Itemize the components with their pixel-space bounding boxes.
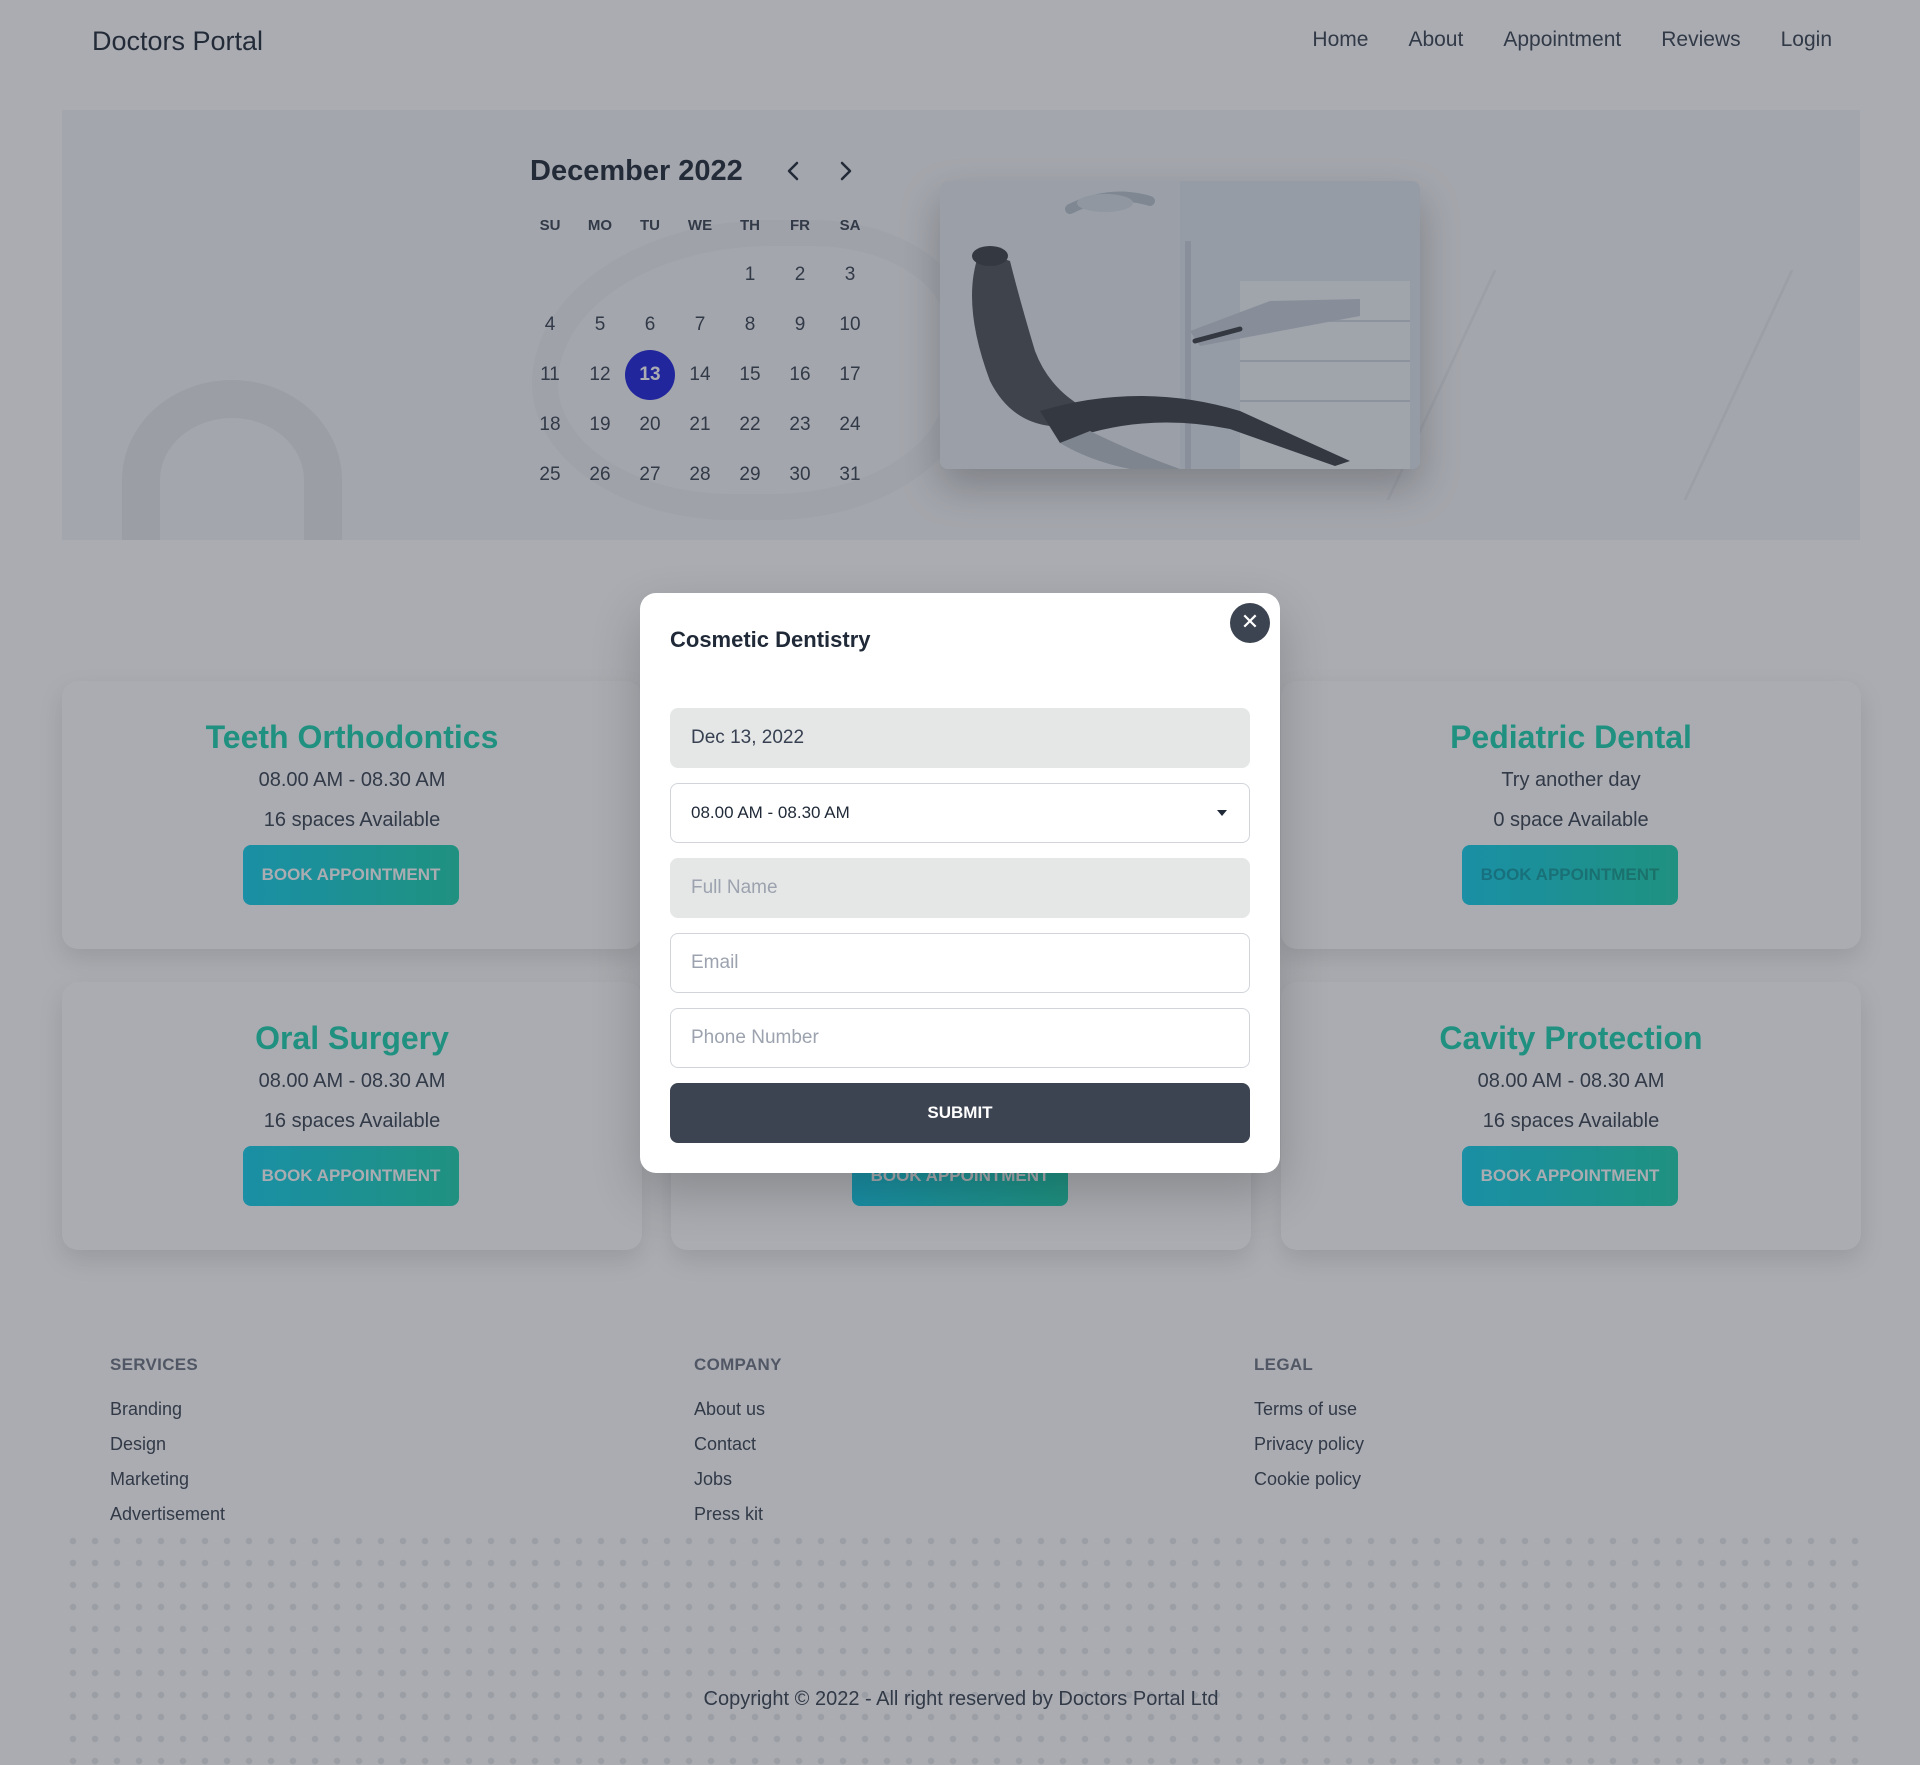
- phone-number-input[interactable]: Phone Number: [670, 1008, 1250, 1068]
- email-input[interactable]: Email: [670, 933, 1250, 993]
- caret-down-icon: [1217, 810, 1227, 816]
- modal-title: Cosmetic Dentistry: [670, 627, 871, 652]
- time-slot-select[interactable]: 08.00 AM - 08.30 AM: [670, 783, 1250, 843]
- booking-modal: Cosmetic Dentistry ✕ Dec 13, 2022 08.00 …: [640, 593, 1280, 1173]
- time-slot-value: 08.00 AM - 08.30 AM: [691, 803, 850, 822]
- full-name-input[interactable]: Full Name: [670, 858, 1250, 918]
- submit-button[interactable]: SUBMIT: [670, 1083, 1250, 1143]
- close-icon[interactable]: ✕: [1230, 603, 1270, 643]
- page: Doctors Portal Home About Appointment Re…: [0, 0, 1920, 1765]
- date-field: Dec 13, 2022: [670, 708, 1250, 768]
